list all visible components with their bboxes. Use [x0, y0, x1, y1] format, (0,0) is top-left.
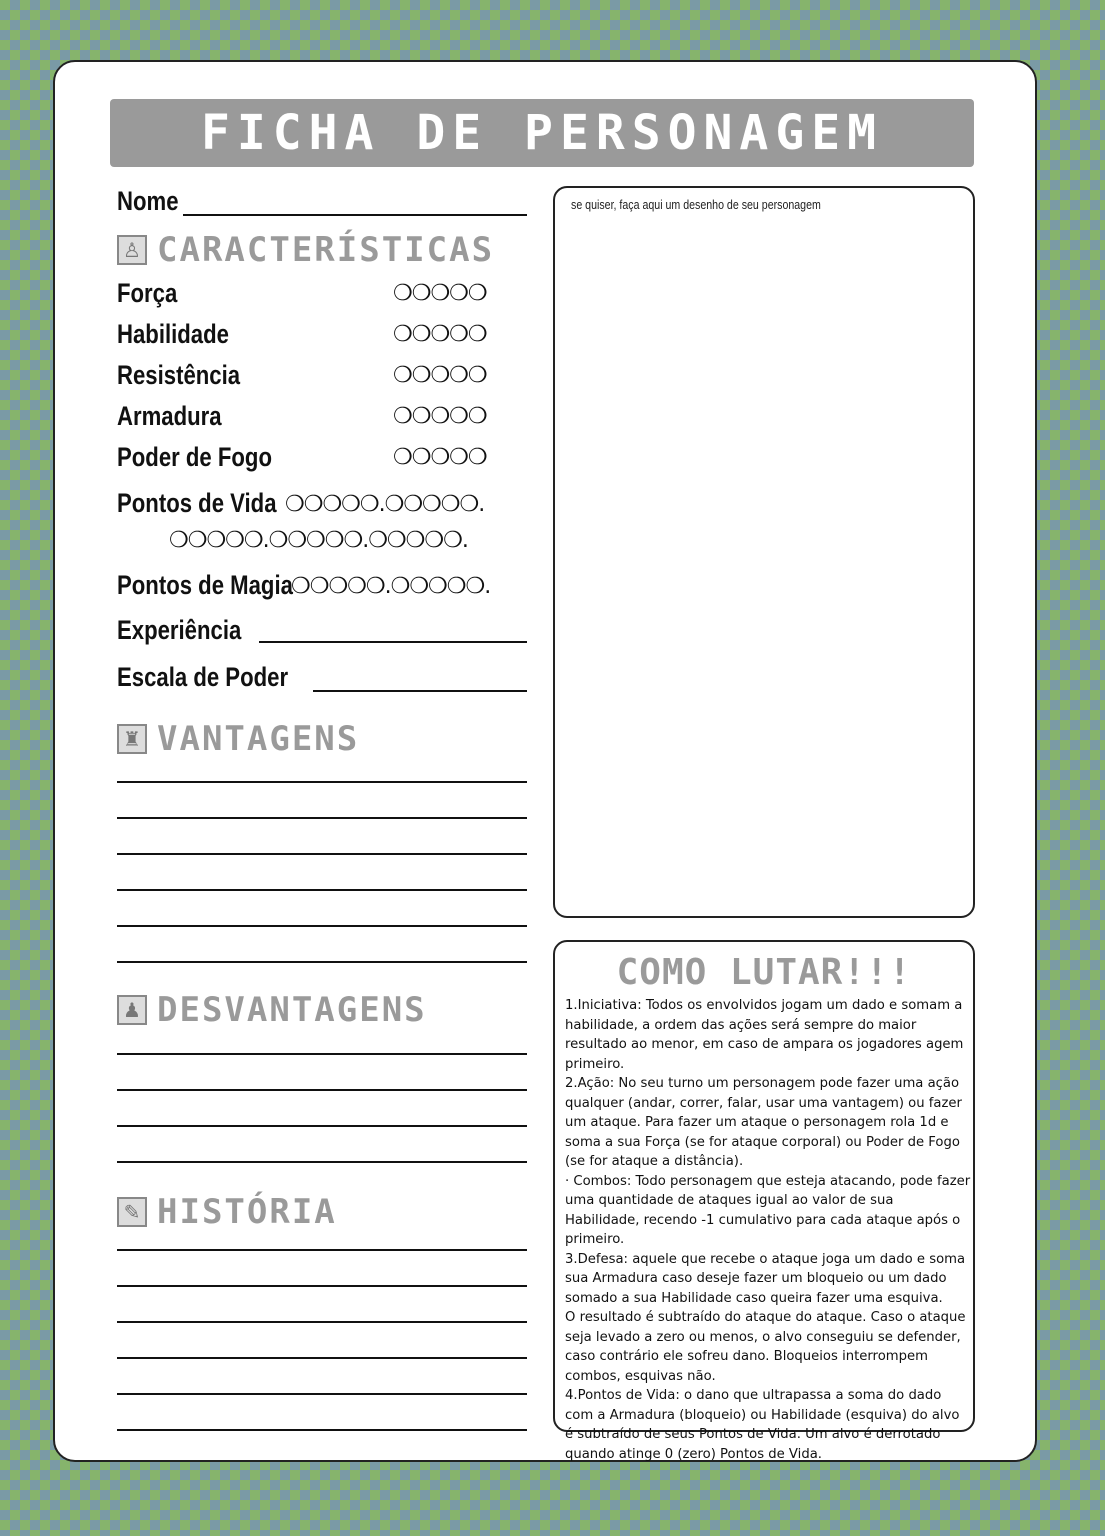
attribute-dots[interactable]: ❍❍❍❍❍	[393, 404, 488, 429]
hit-points-dots[interactable]: ❍❍❍❍❍.❍❍❍❍❍.	[285, 492, 485, 517]
weak-person-icon: ♟	[117, 995, 147, 1025]
advantage-line[interactable]	[117, 889, 527, 891]
combat-rules-text: 1.Iniciativa: Todos os envolvidos jogam …	[565, 996, 971, 1464]
disadvantage-line[interactable]	[117, 1161, 527, 1163]
attribute-label: Habilidade	[117, 319, 229, 349]
muscle-icon: ♜	[117, 724, 147, 754]
name-label: Nome	[117, 186, 179, 216]
combat-title: Como Lutar!!!	[616, 952, 912, 993]
advantage-line[interactable]	[117, 853, 527, 855]
page-title: FICHA DE PERSONAGEM	[200, 105, 884, 161]
characteristics-header: ♙ Características	[117, 230, 494, 270]
title-banner: FICHA DE PERSONAGEM	[110, 99, 974, 167]
attribute-label: Armadura	[117, 401, 222, 431]
attribute-dots[interactable]: ❍❍❍❍❍	[393, 363, 488, 388]
attribute-label: Força	[117, 278, 178, 308]
drawing-hint: se quiser, faça aqui um desenho de seu p…	[571, 198, 821, 212]
rule-action: 2.Ação: No seu turno um personagem pode …	[565, 1076, 962, 1169]
rule-defense: 3.Defesa: aquele que recebe o ataque jog…	[565, 1251, 966, 1306]
combat-rules-box: Como Lutar!!! 1.Iniciativa: Todos os env…	[553, 940, 975, 1462]
advantage-line[interactable]	[117, 781, 527, 783]
history-line[interactable]	[117, 1393, 527, 1395]
advantage-line[interactable]	[117, 817, 527, 819]
experience-label: Experiência	[117, 615, 242, 645]
portrait-drawing-area[interactable]: se quiser, faça aqui um desenho de seu p…	[553, 186, 975, 918]
rule-hit-points: 4.Pontos de Vida: o dano que ultrapassa …	[565, 1388, 960, 1462]
disadvantage-line[interactable]	[117, 1125, 527, 1127]
attribute-dots[interactable]: ❍❍❍❍❍	[393, 322, 488, 347]
character-sheet: FICHA DE PERSONAGEM Nome ♙ Característic…	[53, 60, 1037, 1462]
name-field[interactable]	[183, 214, 527, 216]
history-line[interactable]	[117, 1285, 527, 1287]
hit-points-dots-row2[interactable]: ❍❍❍❍❍.❍❍❍❍❍.❍❍❍❍❍.	[169, 528, 469, 553]
attribute-label: Poder de Fogo	[117, 442, 272, 472]
rule-initiative: 1.Iniciativa: Todos os envolvidos jogam …	[565, 998, 964, 1072]
rule-combos: · Combos: Todo personagem que esteja ata…	[565, 1173, 971, 1248]
rule-defense-result: O resultado é subtraído do ataque do ata…	[565, 1310, 966, 1384]
disadvantage-line[interactable]	[117, 1089, 527, 1091]
magic-points-dots[interactable]: ❍❍❍❍❍.❍❍❍❍❍.	[291, 574, 491, 599]
attribute-dots[interactable]: ❍❍❍❍❍	[393, 445, 488, 470]
disadvantages-header: ♟ Desvantagens	[117, 990, 427, 1030]
history-line[interactable]	[117, 1321, 527, 1323]
magic-points-label: Pontos de Magia	[117, 570, 293, 600]
advantage-line[interactable]	[117, 961, 527, 963]
history-line[interactable]	[117, 1357, 527, 1359]
advantage-line[interactable]	[117, 925, 527, 927]
attribute-dots[interactable]: ❍❍❍❍❍	[393, 281, 488, 306]
advantages-header: ♜ Vantagens	[117, 719, 359, 759]
power-scale-field[interactable]	[313, 690, 527, 692]
power-scale-label: Escala de Poder	[117, 662, 289, 692]
hit-points-label: Pontos de Vida	[117, 488, 277, 518]
history-header: ✎ História	[117, 1192, 337, 1232]
disadvantage-line[interactable]	[117, 1053, 527, 1055]
attribute-label: Resistência	[117, 360, 241, 390]
scroll-icon: ✎	[117, 1197, 147, 1227]
history-line[interactable]	[117, 1429, 527, 1431]
experience-field[interactable]	[259, 641, 527, 643]
history-line[interactable]	[117, 1249, 527, 1251]
person-stats-icon: ♙	[117, 235, 147, 265]
